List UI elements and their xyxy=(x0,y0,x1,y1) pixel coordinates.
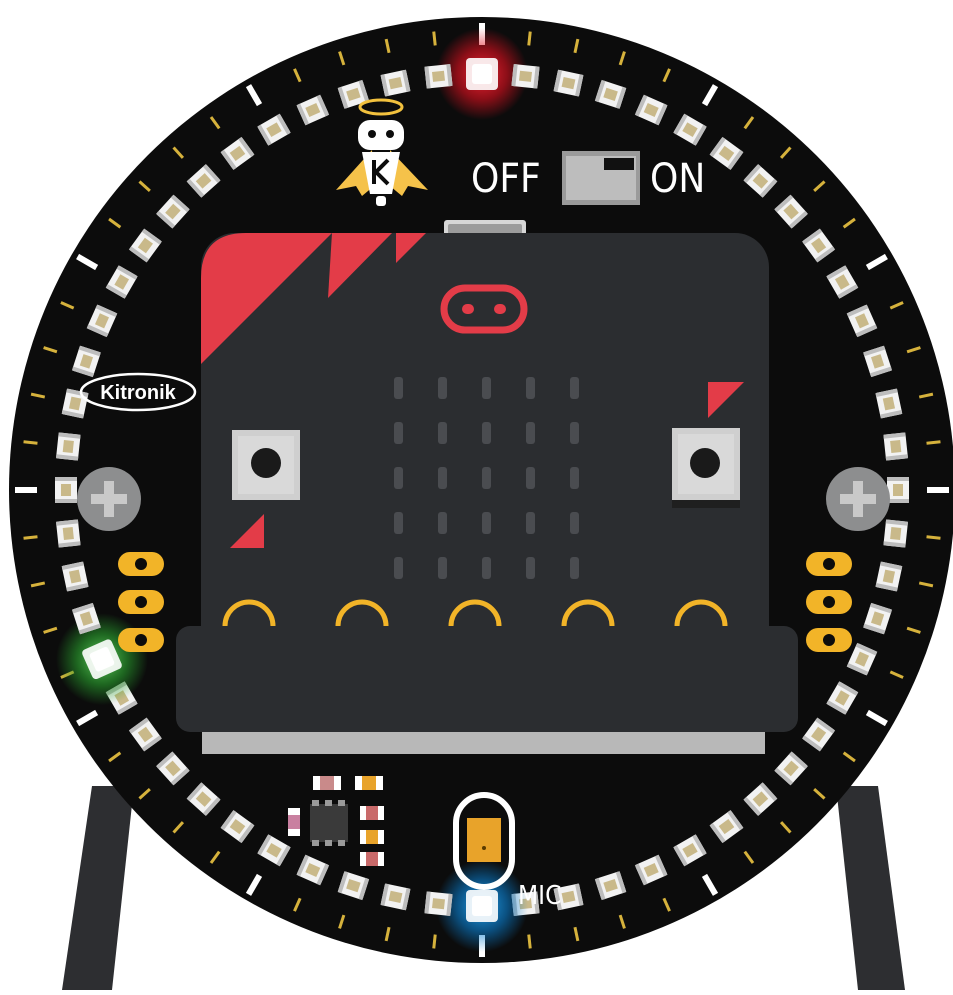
matrix-led xyxy=(570,557,579,579)
matrix-led xyxy=(438,557,447,579)
screw-right xyxy=(826,467,890,531)
matrix-led xyxy=(570,512,579,534)
led xyxy=(887,477,909,503)
button-a[interactable] xyxy=(232,430,300,500)
solder-pads-right xyxy=(806,552,852,652)
brand-text: Kitronik xyxy=(100,382,176,404)
switch-slider[interactable] xyxy=(604,158,634,170)
led xyxy=(883,519,908,548)
matrix-led xyxy=(394,557,403,579)
matrix-led xyxy=(394,512,403,534)
microbit xyxy=(201,220,769,683)
matrix-led xyxy=(482,422,491,444)
led xyxy=(883,432,908,461)
matrix-led xyxy=(482,512,491,534)
led xyxy=(55,477,77,503)
matrix-led xyxy=(438,422,447,444)
button-b[interactable] xyxy=(672,428,740,508)
clock-board-stage: Kitronik OFF ON MIC xyxy=(0,0,953,995)
led xyxy=(424,891,453,916)
board-illustration: Kitronik OFF ON MIC xyxy=(9,17,953,990)
mic-label: MIC xyxy=(518,881,561,911)
hour-tick xyxy=(927,487,949,493)
matrix-led xyxy=(394,467,403,489)
hour-tick xyxy=(15,487,37,493)
matrix-led xyxy=(482,557,491,579)
matrix-led xyxy=(526,377,535,399)
matrix-led xyxy=(526,557,535,579)
matrix-led xyxy=(526,467,535,489)
led-red xyxy=(466,58,498,90)
led xyxy=(511,64,540,89)
switch-off-label: OFF xyxy=(471,156,541,202)
matrix-led xyxy=(394,422,403,444)
matrix-led xyxy=(482,377,491,399)
stand-leg-right xyxy=(836,786,905,990)
matrix-led xyxy=(438,377,447,399)
led-blue xyxy=(466,890,498,922)
matrix-led xyxy=(438,512,447,534)
matrix-led xyxy=(438,467,447,489)
matrix-led xyxy=(570,422,579,444)
led xyxy=(424,64,453,89)
power-switch[interactable] xyxy=(562,151,640,205)
led xyxy=(56,519,81,548)
stand-leg-left xyxy=(62,786,134,990)
matrix-led xyxy=(570,377,579,399)
switch-on-label: ON xyxy=(650,156,705,202)
matrix-led xyxy=(394,377,403,399)
solder-pads-left xyxy=(118,552,164,652)
led xyxy=(56,432,81,461)
matrix-led xyxy=(570,467,579,489)
matrix-led xyxy=(482,467,491,489)
matrix-led xyxy=(526,422,535,444)
screw-left xyxy=(77,467,141,531)
edge-connector xyxy=(176,626,798,754)
matrix-led xyxy=(526,512,535,534)
